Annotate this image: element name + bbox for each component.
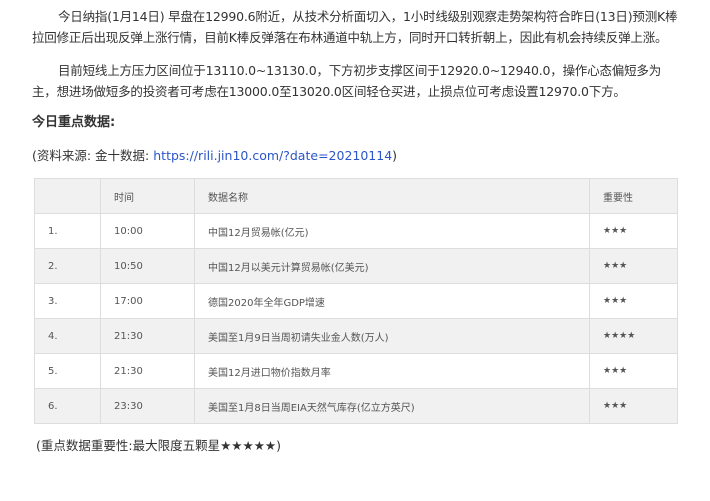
header-index xyxy=(34,178,101,214)
table-row: 5. 21:30 美国12月进口物价指数月率 ★★★ xyxy=(34,353,678,389)
article-body: 今日纳指(1月14日) 早盘在12990.6附近，从技术分析面切入，1小时线级别… xyxy=(32,0,684,456)
row-importance: ★★★ xyxy=(589,248,678,284)
source-prefix: (资料来源: 金十数据: xyxy=(32,148,154,163)
row-data-name: 中国12月贸易帐(亿元) xyxy=(194,213,590,249)
row-importance: ★★★ xyxy=(589,283,678,319)
header-data-name: 数据名称 xyxy=(194,178,590,214)
strategy-paragraph: 目前短线上方压力区间位于13110.0~13130.0，下方初步支撑区间于129… xyxy=(32,63,662,99)
key-data-heading: 今日重点数据: xyxy=(32,115,116,130)
row-importance: ★★★ xyxy=(589,213,678,249)
analysis-paragraph: 今日纳指(1月14日) 早盘在12990.6附近，从技术分析面切入，1小时线级别… xyxy=(32,9,678,45)
source-link[interactable]: https://rili.jin10.com/?date=20210114 xyxy=(153,148,392,163)
row-time: 10:50 xyxy=(100,248,195,284)
row-index: 5. xyxy=(34,353,101,389)
row-time: 21:30 xyxy=(100,353,195,389)
row-index: 6. xyxy=(34,388,101,424)
row-time: 21:30 xyxy=(100,318,195,354)
row-data-name: 美国至1月9日当周初请失业金人数(万人) xyxy=(194,318,590,354)
table-row: 1. 10:00 中国12月贸易帐(亿元) ★★★ xyxy=(34,213,678,249)
row-data-name: 美国至1月8日当周EIA天然气库存(亿立方英尺) xyxy=(194,388,590,424)
row-data-name: 中国12月以美元计算贸易帐(亿美元) xyxy=(194,248,590,284)
row-index: 4. xyxy=(34,318,101,354)
row-index: 3. xyxy=(34,283,101,319)
header-importance: 重要性 xyxy=(589,178,678,214)
table-row: 4. 21:30 美国至1月9日当周初请失业金人数(万人) ★★★★ xyxy=(34,318,678,354)
row-time: 10:00 xyxy=(100,213,195,249)
source-suffix: ) xyxy=(392,148,398,163)
header-time: 时间 xyxy=(100,178,195,214)
table-row: 6. 23:30 美国至1月8日当周EIA天然气库存(亿立方英尺) ★★★ xyxy=(34,388,678,424)
row-index: 2. xyxy=(34,248,101,284)
table-header-row: 时间 数据名称 重要性 xyxy=(34,178,678,214)
row-importance: ★★★★ xyxy=(589,318,678,354)
row-time: 23:30 xyxy=(100,388,195,424)
row-index: 1. xyxy=(34,213,101,249)
row-importance: ★★★ xyxy=(589,388,678,424)
data-source: (资料来源: 金十数据: https://rili.jin10.com/?dat… xyxy=(32,146,684,166)
key-data-table: 时间 数据名称 重要性 1. 10:00 中国12月贸易帐(亿元) ★★★ 2.… xyxy=(34,178,678,424)
row-time: 17:00 xyxy=(100,283,195,319)
table-row: 2. 10:50 中国12月以美元计算贸易帐(亿美元) ★★★ xyxy=(34,248,678,284)
row-data-name: 德国2020年全年GDP增速 xyxy=(194,283,590,319)
importance-note: (重点数据重要性:最大限度五颗星★★★★★) xyxy=(36,438,281,453)
row-data-name: 美国12月进口物价指数月率 xyxy=(194,353,590,389)
row-importance: ★★★ xyxy=(589,353,678,389)
table-row: 3. 17:00 德国2020年全年GDP增速 ★★★ xyxy=(34,283,678,319)
